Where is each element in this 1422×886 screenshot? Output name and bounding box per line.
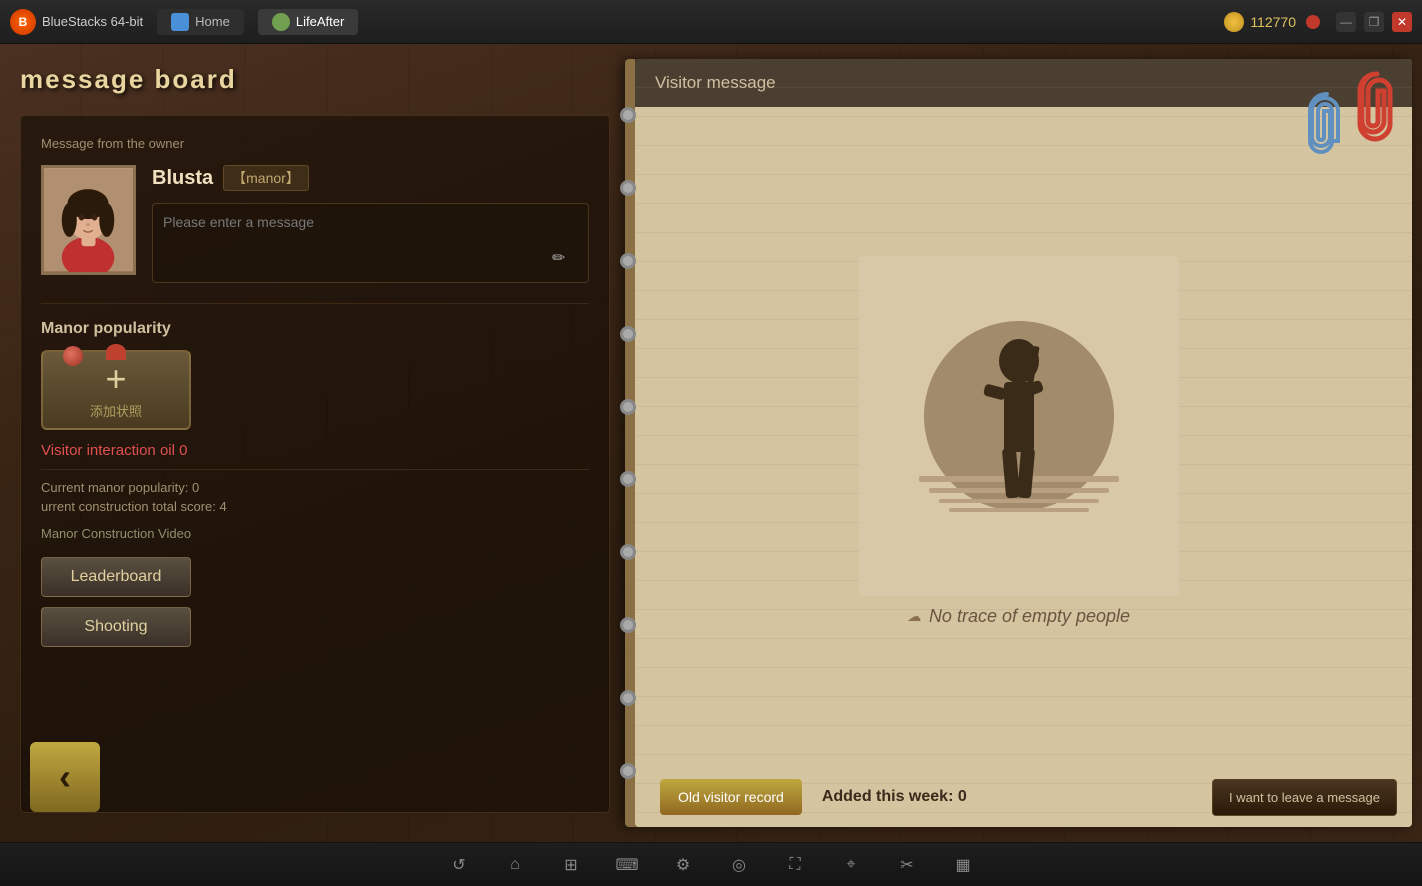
owner-label: Message from the owner [41, 136, 589, 151]
silhouette-svg [859, 256, 1179, 596]
owner-name-row: Blusta 【manor】 [152, 165, 589, 191]
game-tab[interactable]: LifeAfter [258, 9, 358, 35]
avatar-image [44, 168, 133, 272]
message-placeholder: Please enter a message [163, 214, 314, 230]
tack-decoration [63, 346, 83, 366]
divider-2 [41, 469, 589, 470]
owner-section: Blusta 【manor】 Please enter a message ✏ [41, 165, 589, 283]
spiral-ring [620, 107, 636, 123]
old-record-button[interactable]: Old visitor record [660, 779, 802, 815]
notification-dot [1306, 15, 1320, 29]
close-button[interactable]: ✕ [1392, 12, 1412, 32]
titlebar-left: B BlueStacks 64-bit Home LifeAfter [10, 9, 358, 35]
taskbar: ↺ ⌂ ⊞ ⌨ ⚙ ◎ ⛶ ⌖ ✂ ▦ [0, 842, 1422, 886]
back-icon: ‹ [59, 756, 71, 798]
game-area: message board Message from the owner [0, 44, 1422, 842]
spiral-ring [620, 544, 636, 560]
construction-score: urrent construction total score: 4 [41, 499, 589, 514]
game-icon [272, 13, 290, 31]
plus-icon: + [105, 361, 126, 397]
home-tab[interactable]: Home [157, 9, 244, 35]
shooting-button[interactable]: Shooting [41, 607, 191, 647]
minimize-button[interactable]: — [1336, 12, 1356, 32]
visitor-header-text: Visitor message [655, 73, 776, 92]
location-taskbar-button[interactable]: ⌖ [835, 849, 867, 881]
spiral-ring [620, 326, 636, 342]
visitor-header: Visitor message [635, 59, 1412, 107]
settings-taskbar-button[interactable]: ⚙ [667, 849, 699, 881]
popularity-label: Manor popularity [41, 320, 589, 338]
divider-1 [41, 303, 589, 304]
message-board-panel: message board Message from the owner [20, 64, 610, 822]
no-trace-container: ☁ No trace of empty people [907, 606, 1130, 627]
home-taskbar-button[interactable]: ⌂ [499, 849, 531, 881]
paperclip-red-icon [1352, 69, 1402, 149]
restore-button[interactable]: ❐ [1364, 12, 1384, 32]
edit-icon[interactable]: ✏ [552, 248, 576, 272]
leaderboard-button[interactable]: Leaderboard [41, 557, 191, 597]
spiral-ring [620, 471, 636, 487]
added-week-text: Added this week: 0 [812, 788, 1202, 806]
owner-name: Blusta [152, 167, 213, 190]
avatar-frame [41, 165, 136, 275]
notebook-body: ☁ No trace of empty people [635, 117, 1412, 765]
message-input-area[interactable]: Please enter a message ✏ [152, 203, 589, 283]
camera-taskbar-button[interactable]: ◎ [723, 849, 755, 881]
spiral-ring [620, 253, 636, 269]
coin-icon [1224, 12, 1244, 32]
no-trace-text: No trace of empty people [929, 606, 1130, 627]
notebook-panel: Visitor message [625, 59, 1412, 827]
app-name: BlueStacks 64-bit [42, 14, 143, 29]
visitor-oil-text: Visitor interaction oil 0 [41, 442, 589, 459]
board-content: Message from the owner [20, 115, 610, 813]
add-photo-text: 添加状照 [90, 401, 142, 420]
bluestacks-logo: B [10, 9, 36, 35]
grid-taskbar-button[interactable]: ▦ [947, 849, 979, 881]
owner-tag: 【manor】 [223, 165, 309, 191]
back-button[interactable]: ‹ [30, 742, 100, 812]
coins-display: 112770 [1224, 12, 1320, 32]
spiral-ring [620, 690, 636, 706]
coin-amount: 112770 [1250, 14, 1296, 30]
spiral-ring [620, 399, 636, 415]
fullscreen-taskbar-button[interactable]: ⛶ [779, 849, 811, 881]
construction-video-label: Manor Construction Video [41, 526, 589, 541]
paperclip-blue-icon [1302, 89, 1352, 159]
add-photo-button[interactable]: + 添加状照 [41, 350, 191, 430]
owner-info: Blusta 【manor】 Please enter a message ✏ [152, 165, 589, 283]
home-tab-label: Home [195, 14, 230, 29]
back-taskbar-button[interactable]: ↺ [443, 849, 475, 881]
current-popularity: Current manor popularity: 0 [41, 480, 589, 495]
notebook-bottom-bar: Old visitor record Added this week: 0 I … [645, 767, 1412, 827]
home-icon [171, 13, 189, 31]
keyboard-taskbar-button[interactable]: ⌨ [611, 849, 643, 881]
spiral-ring [620, 180, 636, 196]
leave-message-button[interactable]: I want to leave a message [1212, 779, 1397, 816]
spiral-binding [620, 59, 636, 827]
window-controls: — ❐ ✕ [1336, 12, 1412, 32]
checkmark-icon: ☁ [907, 608, 921, 625]
notebook-inner: Visitor message [635, 59, 1412, 827]
board-title: message board [20, 64, 610, 95]
game-tab-label: LifeAfter [296, 14, 344, 29]
add-photo-container: + 添加状照 [41, 350, 191, 442]
spiral-ring [620, 617, 636, 633]
apps-taskbar-button[interactable]: ⊞ [555, 849, 587, 881]
action-buttons: Leaderboard Shooting [41, 557, 589, 647]
titlebar: B BlueStacks 64-bit Home LifeAfter 11277… [0, 0, 1422, 44]
scissors-taskbar-button[interactable]: ✂ [891, 849, 923, 881]
silhouette-area [859, 256, 1179, 596]
spiral-ring [620, 763, 636, 779]
